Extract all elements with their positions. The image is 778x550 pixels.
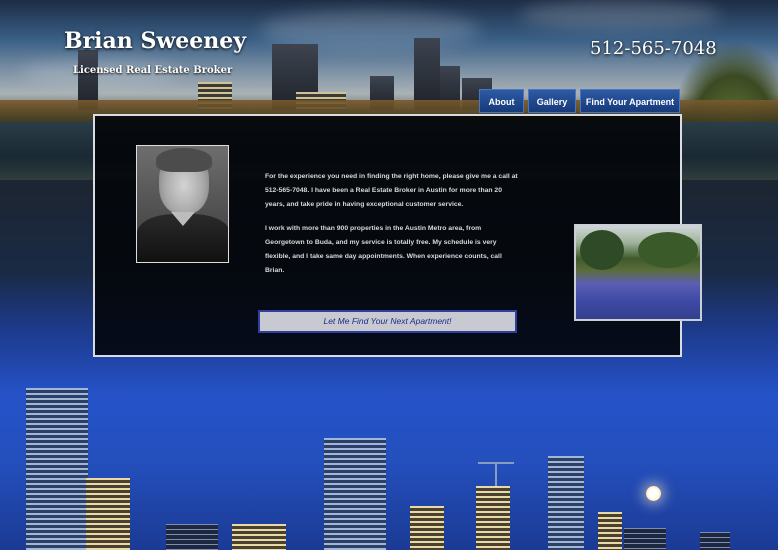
nav-find-apartment-button[interactable]: Find Your Apartment bbox=[580, 89, 680, 113]
bio-paragraph: For the experience you need in finding t… bbox=[265, 173, 518, 208]
site-title: Brian Sweeney bbox=[64, 28, 247, 54]
nav-about-button[interactable]: About bbox=[479, 89, 524, 113]
moon-graphic bbox=[646, 486, 661, 501]
broker-portrait-photo bbox=[136, 145, 229, 263]
bio-paragraph: I work with more than 900 properties in … bbox=[265, 225, 502, 274]
bluebonnet-field-photo bbox=[574, 224, 702, 321]
site-subtitle: Licensed Real Estate Broker bbox=[73, 65, 233, 76]
phone-number: 512-565-7048 bbox=[590, 38, 717, 59]
bio-text: For the experience you need in finding t… bbox=[265, 170, 520, 288]
crane-mast-graphic bbox=[495, 462, 497, 486]
find-apartment-cta-button[interactable]: Let Me Find Your Next Apartment! bbox=[258, 310, 517, 333]
nav-gallery-button[interactable]: Gallery bbox=[528, 89, 576, 113]
